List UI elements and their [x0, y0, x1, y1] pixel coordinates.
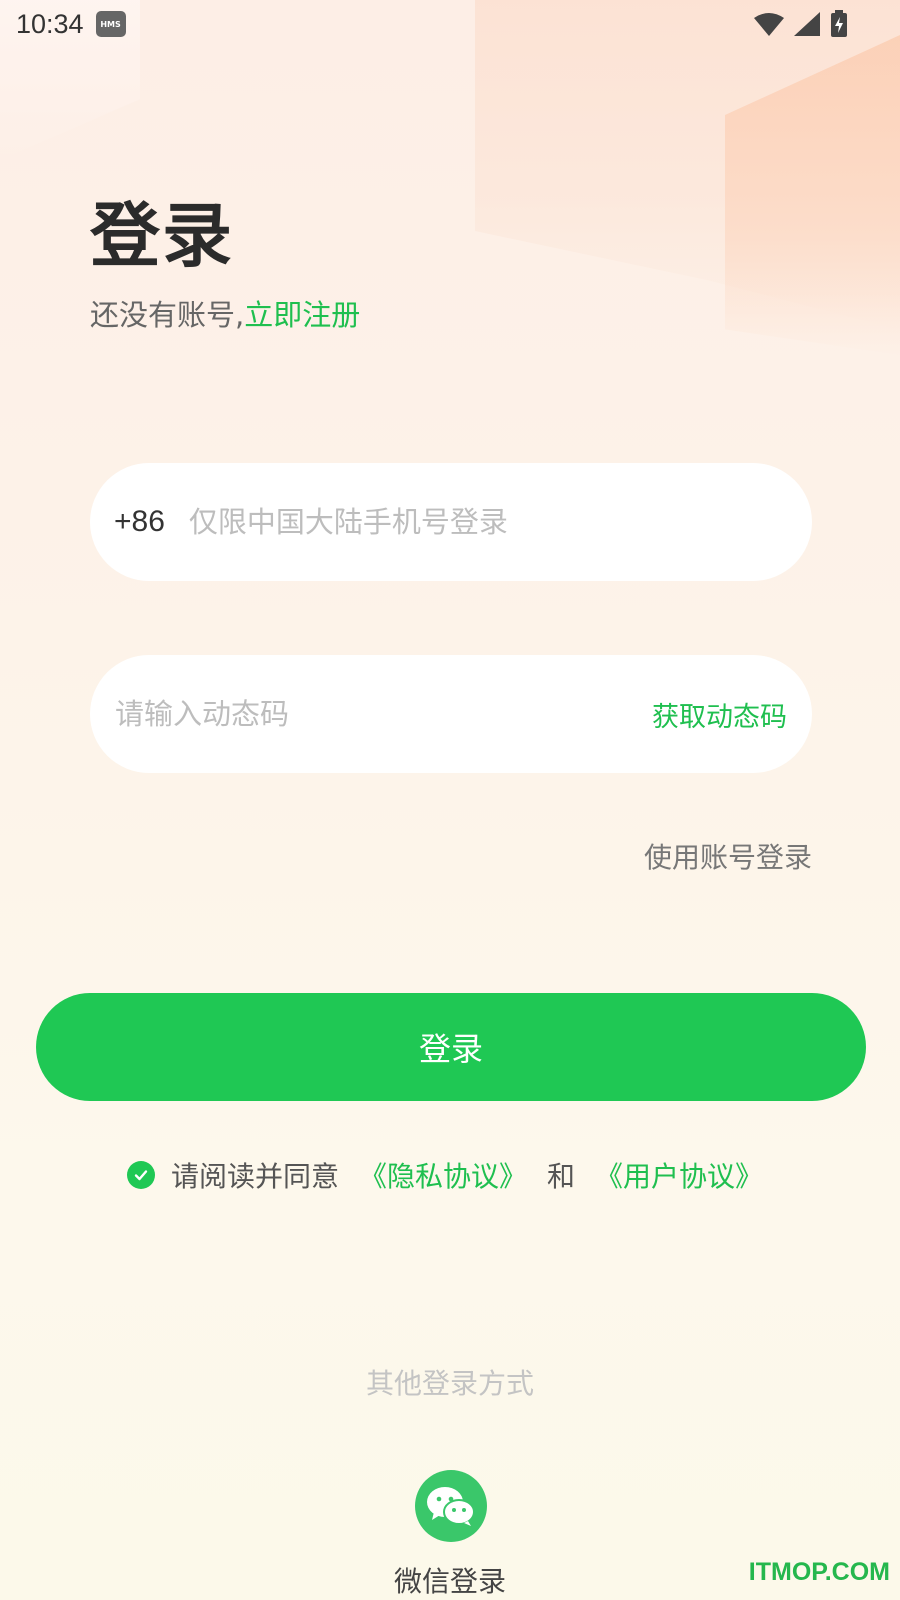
background-shape-right [475, 0, 900, 330]
agreement-checkbox[interactable] [127, 1161, 155, 1189]
code-input[interactable] [115, 697, 595, 731]
agreement-text: 请阅读并同意 [171, 1160, 340, 1193]
signal-icon [794, 12, 820, 40]
other-login-methods-label: 其他登录方式 [365, 1367, 534, 1400]
status-time: 10:34 [16, 8, 84, 39]
watermark: ITMOP.COM [748, 1558, 890, 1586]
background-shape-right-accent [725, 35, 900, 355]
page-title: 登录 [90, 195, 234, 277]
privacy-policy-link[interactable]: 《隐私协议》 [359, 1155, 527, 1195]
check-icon [134, 1170, 148, 1181]
status-icons [754, 10, 848, 42]
wechat-login-button[interactable] [415, 1470, 487, 1542]
battery-charging-icon [830, 10, 848, 42]
country-code-prefix: +86 [114, 505, 165, 538]
phone-field[interactable]: +86 [90, 463, 812, 581]
phone-input[interactable] [188, 505, 749, 539]
register-link[interactable]: 立即注册 [244, 298, 360, 332]
account-login-link[interactable]: 使用账号登录 [644, 836, 812, 876]
get-code-button[interactable]: 获取动态码 [652, 695, 787, 734]
register-prompt-text: 还没有账号, [90, 298, 245, 332]
status-bar: 10:34 HMS [0, 0, 900, 48]
code-field[interactable]: 获取动态码 [90, 655, 812, 773]
register-prompt: 还没有账号,立即注册 [90, 292, 360, 334]
user-agreement-link[interactable]: 《用户协议》 [595, 1155, 763, 1195]
hms-badge: HMS [95, 11, 126, 37]
wifi-icon [754, 12, 784, 40]
login-button[interactable]: 登录 [36, 993, 866, 1101]
wechat-icon [427, 1487, 475, 1526]
agreement-row: 请阅读并同意 《隐私协议》 和 《用户协议》 [127, 1155, 763, 1195]
agreement-and-text: 和 [547, 1160, 576, 1193]
